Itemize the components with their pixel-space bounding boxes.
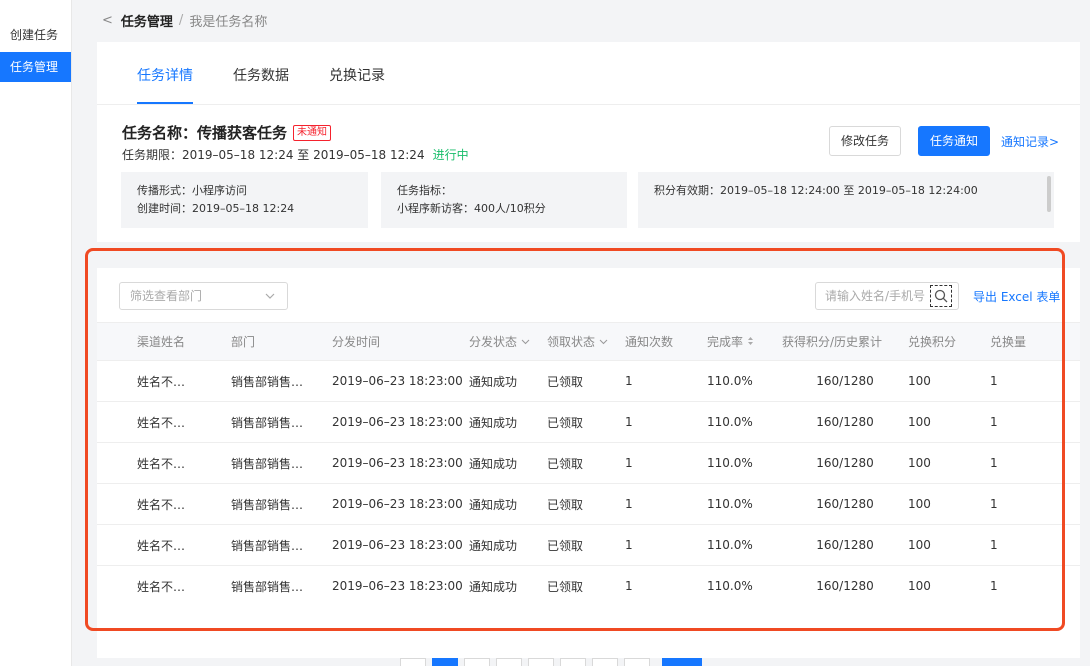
back-chevron-icon[interactable]: < (102, 13, 113, 28)
page-button[interactable] (464, 658, 490, 666)
task-notify-button[interactable]: 任务通知 (918, 126, 990, 156)
tab-task-data[interactable]: 任务数据 (233, 42, 289, 104)
go-page-button[interactable] (662, 658, 702, 666)
info-box-spread: 传播形式：小程序访问 创建时间：2019–05–18 12:24 (121, 172, 368, 228)
task-title-row: 任务名称：传播获客任务 未通知 (122, 122, 332, 143)
info-scrollbar[interactable] (1047, 176, 1051, 212)
spread-form: 传播形式：小程序访问 (137, 184, 247, 197)
breadcrumb-current[interactable]: 任务管理 (121, 11, 173, 30)
target-label: 任务指标： (397, 184, 452, 197)
highlight-annotation-box (85, 248, 1065, 631)
tab-exchange-record[interactable]: 兑换记录 (329, 42, 385, 104)
tab-bar: 任务详情 任务数据 兑换记录 (137, 42, 425, 104)
edit-task-button[interactable]: 修改任务 (829, 126, 901, 156)
tab-task-detail[interactable]: 任务详情 (137, 42, 193, 104)
tab-divider (97, 104, 1080, 105)
target-value: 小程序新访客：400人/10积分 (397, 202, 546, 215)
info-box-validity: 积分有效期：2019–05–18 12:24:00 至 2019–05–18 1… (638, 172, 1054, 228)
page-button[interactable] (592, 658, 618, 666)
pagination (400, 658, 702, 666)
page-button[interactable] (496, 658, 522, 666)
prev-page-button[interactable] (400, 658, 426, 666)
breadcrumb: < 任务管理 / 我是任务名称 (102, 11, 268, 30)
task-period: 任务期限：2019–05–18 12:24 至 2019–05–18 12:24 (122, 148, 425, 162)
next-page-button[interactable] (624, 658, 650, 666)
breadcrumb-task-name: 我是任务名称 (189, 14, 268, 30)
created-time: 创建时间：2019–05–18 12:24 (137, 202, 295, 215)
sidebar: 创建任务 任务管理 (0, 0, 72, 666)
points-validity: 积分有效期：2019–05–18 12:24:00 至 2019–05–18 1… (654, 184, 978, 197)
sidebar-item-task-manage[interactable]: 任务管理 (0, 52, 71, 82)
page-button[interactable] (528, 658, 554, 666)
task-title: 任务名称：传播获客任务 (122, 124, 288, 142)
info-box-target: 任务指标： 小程序新访客：400人/10积分 (381, 172, 627, 228)
notify-status-badge: 未通知 (293, 124, 332, 141)
breadcrumb-separator: / (178, 12, 184, 28)
task-period-row: 任务期限：2019–05–18 12:24 至 2019–05–18 12:24… (122, 146, 469, 163)
task-status: 进行中 (432, 148, 469, 162)
task-detail-card: 任务详情 任务数据 兑换记录 任务名称：传播获客任务 未通知 任务期限：2019… (97, 42, 1080, 242)
notify-record-link[interactable]: 通知记录> (1001, 133, 1059, 150)
page-button-active[interactable] (432, 658, 458, 666)
sidebar-item-create-task[interactable]: 创建任务 (0, 20, 71, 50)
page-button[interactable] (560, 658, 586, 666)
